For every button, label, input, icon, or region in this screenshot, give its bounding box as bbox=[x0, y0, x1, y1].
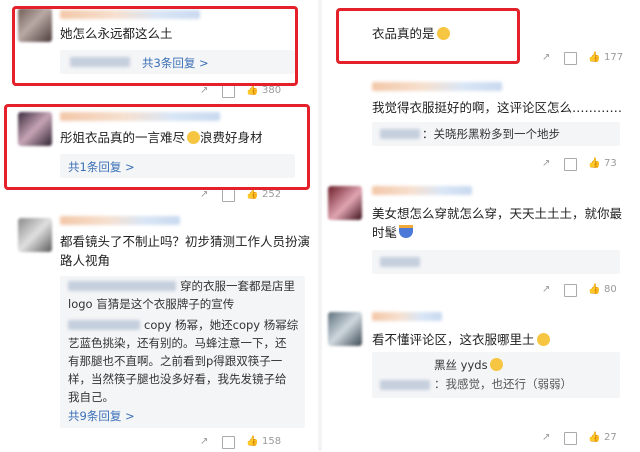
username-blurred[interactable] bbox=[60, 216, 180, 225]
reply-text-line: 穿的衣服一套都是店里 bbox=[180, 279, 295, 293]
share-icon[interactable]: ↗ bbox=[542, 52, 550, 63]
grin-emoji-icon bbox=[536, 333, 550, 346]
share-icon[interactable]: ↗ bbox=[542, 284, 550, 295]
comment-text: 看不懂评论区，这衣服哪里土 bbox=[372, 330, 550, 349]
share-icon[interactable]: ↗ bbox=[200, 189, 208, 200]
like-count: 177 bbox=[604, 52, 624, 63]
like-count: 80 bbox=[604, 284, 617, 295]
like-icon[interactable]: 👍 bbox=[588, 284, 600, 295]
like-count: 158 bbox=[262, 436, 282, 447]
like-icon[interactable]: 👍 bbox=[588, 52, 600, 63]
share-icon[interactable]: ↗ bbox=[542, 432, 550, 443]
comment-actions: ↗ 👍 252 bbox=[200, 189, 312, 203]
comment-icon[interactable] bbox=[564, 432, 577, 448]
comment-actions: ↗ 👍 158 bbox=[200, 436, 312, 450]
comment-icon[interactable] bbox=[222, 436, 235, 452]
like-count: 27 bbox=[604, 432, 617, 443]
highlight-box bbox=[336, 8, 520, 64]
reply-text-line: logo 盲猜是这个衣服牌子的宣传 bbox=[68, 297, 235, 311]
reply-author-blurred bbox=[380, 129, 420, 139]
highlight-box bbox=[12, 6, 298, 86]
reply-box[interactable]: ：关晓彤黑粉多到一个地步 bbox=[372, 122, 620, 146]
username-blurred[interactable] bbox=[372, 186, 472, 195]
reply-author-blurred bbox=[68, 281, 176, 291]
reply-box: 穿的衣服一套都是店里 logo 盲猜是这个衣服牌子的宣传 copy 杨幂，她还c… bbox=[60, 276, 305, 428]
comment-actions: ↗ 👍 73 bbox=[542, 158, 638, 172]
like-icon[interactable]: 👍 bbox=[246, 85, 258, 96]
smile-emoji-icon bbox=[489, 358, 503, 371]
username-blurred[interactable] bbox=[372, 312, 442, 321]
reply-text-line: 艺蓝色挑染，还有别的。马蜂注意一下，还 bbox=[68, 336, 287, 350]
comment-icon[interactable] bbox=[564, 284, 577, 300]
share-icon[interactable]: ↗ bbox=[542, 158, 550, 169]
share-icon[interactable]: ↗ bbox=[200, 436, 208, 447]
reply-text-line: 样，当然筷子腿也没多好看，我先发镜子给 bbox=[68, 372, 287, 386]
comment-text-line: 都看镜头了不制止吗？初步猜测工作人员扮演 bbox=[60, 234, 311, 249]
view-replies-link[interactable]: 共9条回复 > bbox=[68, 408, 135, 424]
comment-item: 都看镜头了不制止吗？初步猜测工作人员扮演 路人视角 穿的衣服一套都是店里 log… bbox=[0, 210, 318, 451]
like-icon[interactable]: 👍 bbox=[588, 432, 600, 443]
like-icon[interactable]: 👍 bbox=[588, 158, 600, 169]
reply-preview-blurred bbox=[380, 257, 420, 267]
like-count: 380 bbox=[262, 85, 282, 96]
like-count: 252 bbox=[262, 189, 282, 200]
bowl-emoji-icon bbox=[399, 225, 414, 238]
comment-actions: ↗ 👍 177 bbox=[542, 52, 638, 66]
avatar[interactable] bbox=[18, 218, 52, 252]
reply-text-line: 有那腿也不直啊。之前看到p得跟双筷子一 bbox=[68, 354, 283, 368]
comment-item: 美女想怎么穿就怎么穿，天天土土土，就你最 时髦 ↗ 👍 80 bbox=[322, 182, 640, 302]
username-blurred[interactable] bbox=[372, 82, 502, 91]
like-icon[interactable]: 👍 bbox=[246, 189, 258, 200]
reply-box[interactable] bbox=[372, 250, 620, 274]
comment-icon[interactable] bbox=[564, 158, 577, 174]
reply-text-line: copy 杨幂，她还copy 杨幂综 bbox=[144, 318, 299, 332]
comment-actions: ↗ 👍 380 bbox=[200, 85, 312, 99]
comment-text: 我觉得衣服挺好的啊，这评论区怎么………… bbox=[372, 100, 623, 115]
comment-item: 我觉得衣服挺好的啊，这评论区怎么………… ：关晓彤黑粉多到一个地步 ↗ 👍 73 bbox=[322, 78, 640, 178]
share-icon[interactable]: ↗ bbox=[200, 85, 208, 96]
reply-text: 黑丝 yyds bbox=[434, 356, 503, 374]
comment-actions: ↗ 👍 80 bbox=[542, 284, 638, 298]
reply-text-line: 我自己。 bbox=[68, 390, 114, 404]
like-icon[interactable]: 👍 bbox=[246, 436, 258, 447]
like-count: 73 bbox=[604, 158, 617, 169]
highlight-box bbox=[4, 104, 310, 190]
right-comment-column: 衣品真的是 ↗ 👍 177 我觉得衣服挺好的啊，这评论区怎么………… ：关晓彤黑… bbox=[322, 0, 640, 451]
reply-box: 黑丝 yyds ：我感觉，也还行（弱弱） bbox=[372, 352, 620, 398]
comment-actions: ↗ 👍 27 bbox=[542, 432, 638, 446]
comment-text-line: 时髦 bbox=[372, 223, 414, 242]
comment-icon[interactable] bbox=[222, 189, 235, 205]
avatar[interactable] bbox=[328, 186, 362, 220]
avatar[interactable] bbox=[328, 312, 362, 346]
comment-icon[interactable] bbox=[564, 52, 577, 68]
reply-author-blurred bbox=[380, 380, 430, 390]
reply-author-blurred bbox=[68, 320, 140, 330]
comment-item: 看不懂评论区，这衣服哪里土 黑丝 yyds ：我感觉，也还行（弱弱） ↗ 👍 2… bbox=[322, 306, 640, 451]
comment-text-line: 路人视角 bbox=[60, 253, 111, 268]
comment-icon[interactable] bbox=[222, 85, 235, 101]
reply-text: ：我感觉，也还行（弱弱） bbox=[434, 377, 572, 391]
reply-text: ：关晓彤黑粉多到一个地步 bbox=[422, 127, 560, 141]
comment-text-line: 美女想怎么穿就怎么穿，天天土土土，就你最 bbox=[372, 206, 623, 221]
